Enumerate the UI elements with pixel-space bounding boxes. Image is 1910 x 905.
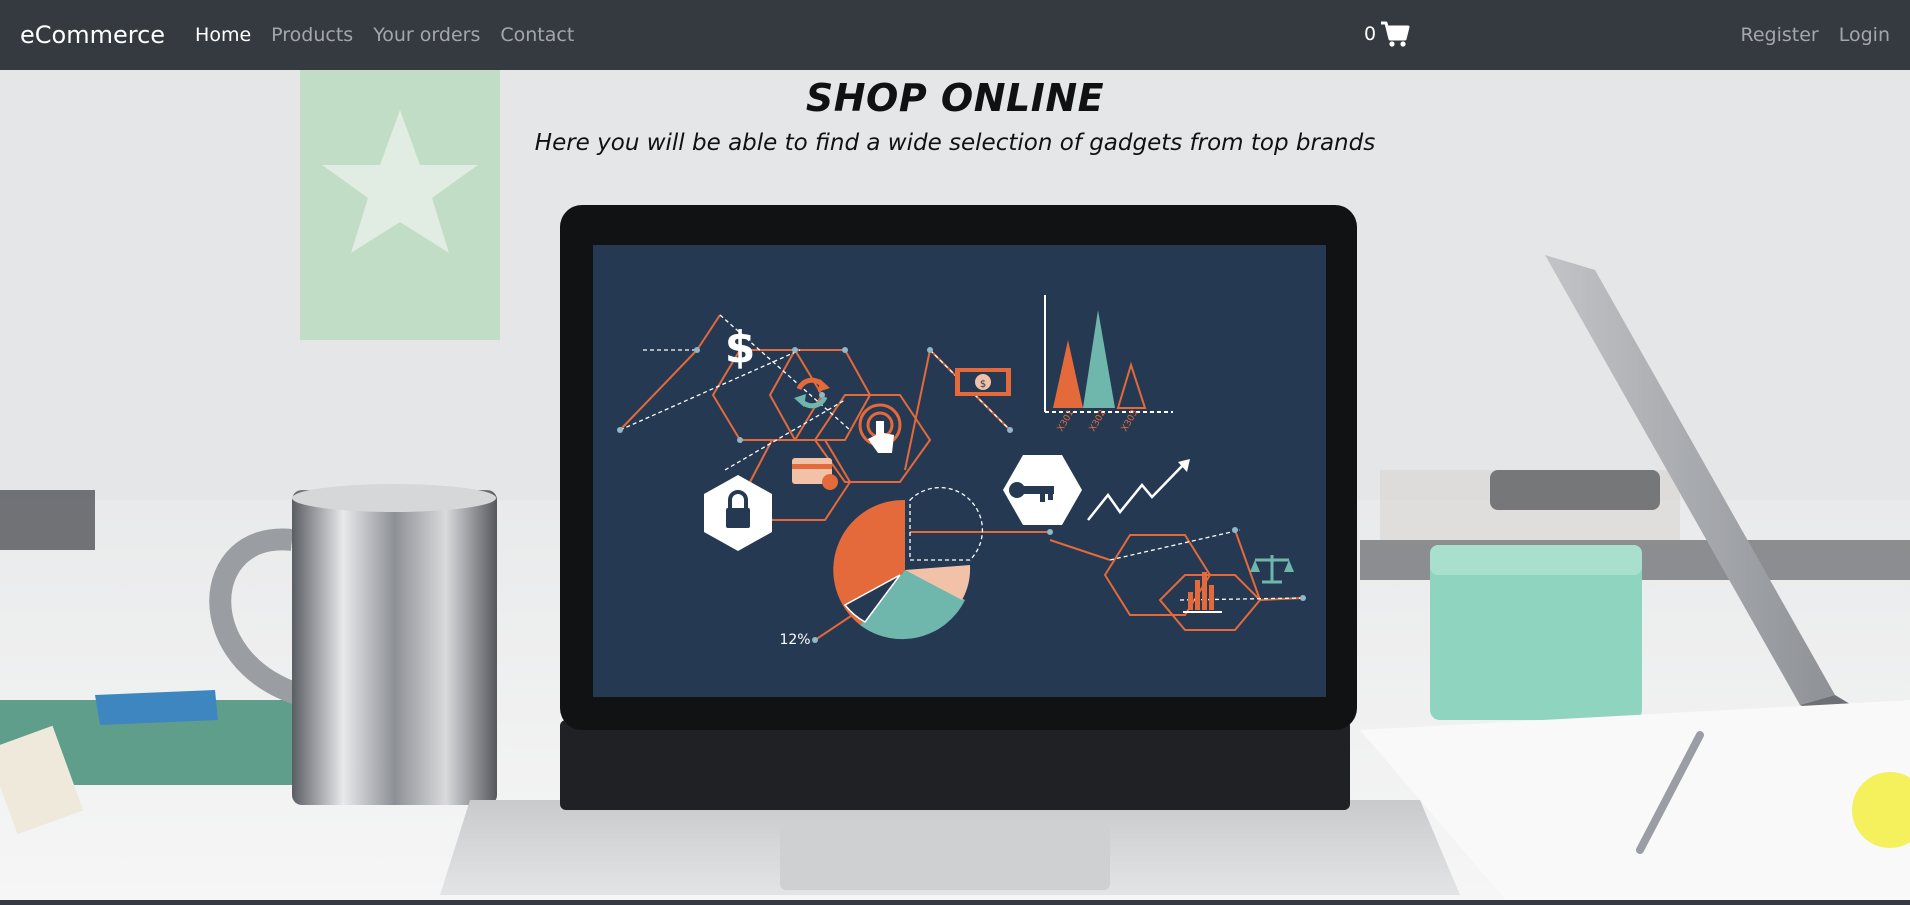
nav-products[interactable]: Products [271, 24, 353, 46]
pie-chart-graphic [833, 499, 971, 640]
refresh-icon [794, 377, 830, 409]
brand-logo[interactable]: eCommerce [20, 21, 165, 49]
money-bill-icon: $ [955, 368, 1011, 396]
touch-icon [858, 403, 902, 453]
key-icon [1003, 455, 1082, 525]
cart-count: 0 [1364, 23, 1377, 45]
hero-banner: $ $ X301 X302 X303 12% SHOP ONLINE Here … [0, 70, 1910, 905]
shopping-cart-icon [1381, 21, 1410, 47]
axis-label-1: X301 [1056, 408, 1076, 433]
lock-icon [704, 475, 772, 551]
svg-text:$: $ [980, 379, 986, 390]
svg-text:$: $ [725, 322, 756, 373]
hero-title: SHOP ONLINE [805, 76, 1105, 120]
scales-icon [1250, 555, 1294, 584]
nav-register[interactable]: Register [1741, 24, 1819, 46]
percent-label: 12% [779, 632, 810, 648]
cart-button[interactable]: 0 [1364, 20, 1410, 48]
bar-stack-icon [1183, 572, 1222, 613]
nav-login[interactable]: Login [1839, 24, 1890, 46]
screen-infographic: $ $ X301 X302 X303 12% [617, 295, 1306, 648]
nav-your-orders[interactable]: Your orders [373, 24, 480, 46]
credit-card-icon [792, 458, 838, 490]
nav-contact[interactable]: Contact [500, 24, 574, 46]
hero-subtitle: Here you will be able to find a wide sel… [534, 130, 1376, 156]
mini-bar-chart: X301 X302 X303 [1044, 295, 1173, 434]
account-nav: Register Login [1741, 0, 1891, 70]
bottom-edge [0, 900, 1910, 905]
trend-up-icon [1087, 459, 1190, 521]
top-navbar: eCommerce Home Products Your orders Cont… [0, 0, 1910, 70]
main-nav: Home Products Your orders Contact [195, 24, 574, 46]
nav-home[interactable]: Home [195, 24, 251, 46]
